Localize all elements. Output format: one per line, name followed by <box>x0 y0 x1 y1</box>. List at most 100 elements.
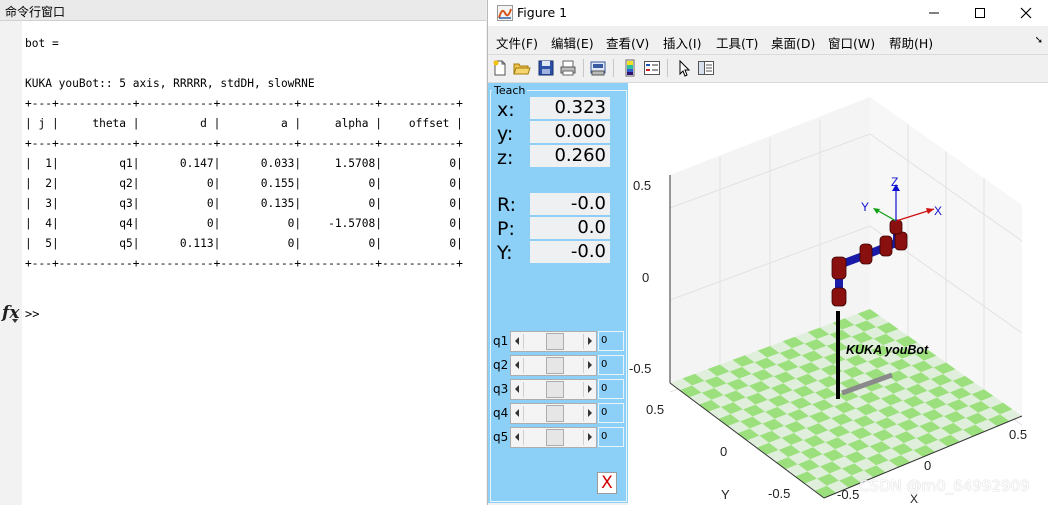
new-figure-icon[interactable] <box>491 59 509 77</box>
roll-value: -0.0 <box>530 193 610 215</box>
position-y-value: 0.000 <box>530 121 610 143</box>
robot-joint <box>879 235 893 257</box>
close-icon <box>1020 7 1032 19</box>
position-x-value: 0.323 <box>530 97 610 119</box>
robot-plot[interactable]: 0.50-0.5Z0.50-0.5Y-0.500.5XXYZKUKA youBo… <box>628 83 1048 505</box>
teach-panel: Teach x: 0.323 y: 0.000 z: 0.260 R: -0.0… <box>488 83 628 503</box>
slider-thumb[interactable] <box>545 381 564 398</box>
command-window-gutter <box>0 21 22 505</box>
y-tick-label: 0 <box>720 444 727 459</box>
pointer-icon[interactable] <box>675 59 693 77</box>
command-window-title: 命令行窗口 <box>5 5 66 19</box>
figure-window: Figure 1 文件(F) 编辑(E) 查看(V) 插入(I) 工具(T) 桌… <box>487 0 1048 505</box>
y-tick-label: -0.5 <box>768 486 790 501</box>
robot-joint <box>831 256 847 280</box>
slider-right-arrow-icon[interactable] <box>588 337 592 345</box>
close-button[interactable] <box>1003 0 1048 26</box>
quit-teach-button[interactable]: X <box>597 472 617 494</box>
figure-titlebar: Figure 1 <box>488 0 1048 26</box>
minimize-button[interactable] <box>911 0 957 26</box>
menu-view[interactable]: 查看(V) <box>606 33 649 52</box>
menu-insert[interactable]: 插入(I) <box>663 33 701 52</box>
joint-label: q3 <box>493 382 509 396</box>
slider-right-arrow-icon[interactable] <box>588 433 592 441</box>
slider-left-arrow-icon[interactable] <box>515 361 519 369</box>
joint-value-field[interactable]: 0 <box>598 403 624 423</box>
slider-right-arrow-icon[interactable] <box>588 385 592 393</box>
colorbar-icon[interactable] <box>621 59 639 77</box>
joint-row-q3: q3 0 <box>488 379 628 401</box>
print-figure-icon[interactable] <box>589 59 607 77</box>
slider-right-arrow-icon[interactable] <box>588 409 592 417</box>
figure-toolbar <box>488 54 1048 83</box>
joint-label: q2 <box>493 358 509 372</box>
slider-thumb[interactable] <box>545 429 564 446</box>
slider-thumb[interactable] <box>545 357 564 374</box>
watermark: CSDN @m0_64992909 <box>859 477 1030 495</box>
slider-thumb[interactable] <box>545 405 564 422</box>
joint-value-field[interactable]: 0 <box>598 427 624 447</box>
teach-panel-label: Teach <box>492 84 528 97</box>
joint-label: q1 <box>493 334 509 348</box>
joint-value-field[interactable]: 0 <box>598 379 624 399</box>
property-editor-icon[interactable] <box>697 59 715 77</box>
joint-row-q4: q4 0 <box>488 403 628 425</box>
slider-left-arrow-icon[interactable] <box>515 433 519 441</box>
slider-left-arrow-icon[interactable] <box>515 337 519 345</box>
menu-edit[interactable]: 编辑(E) <box>551 33 594 52</box>
figure-title: Figure 1 <box>517 5 568 20</box>
print-icon[interactable] <box>559 59 577 77</box>
pitch-value: 0.0 <box>530 217 610 239</box>
joint-value-field[interactable]: 0 <box>598 355 624 375</box>
slider-left-arrow-icon[interactable] <box>515 409 519 417</box>
slider-left-arrow-icon[interactable] <box>515 385 519 393</box>
y-axis-label: Y <box>721 487 730 502</box>
position-z-value: 0.260 <box>530 145 610 167</box>
slider-thumb[interactable] <box>545 333 564 350</box>
menu-tools[interactable]: 工具(T) <box>716 33 758 52</box>
joint-slider[interactable] <box>510 403 597 424</box>
joint-row-q1: q1 0 <box>488 331 628 353</box>
open-file-icon[interactable] <box>513 59 531 77</box>
menu-bar: 文件(F) 编辑(E) 查看(V) 插入(I) 工具(T) 桌面(D) 窗口(W… <box>488 28 1048 52</box>
x-tick-label: 0 <box>924 458 931 473</box>
frame-x-label: X <box>934 204 942 218</box>
z-axis-label: Z <box>628 276 631 283</box>
save-icon[interactable] <box>537 59 555 77</box>
menu-file[interactable]: 文件(F) <box>496 33 538 52</box>
menu-desktop[interactable]: 桌面(D) <box>771 33 815 52</box>
function-browser-dropdown-icon[interactable] <box>12 319 18 323</box>
joint-row-q2: q2 0 <box>488 355 628 377</box>
maximize-button[interactable] <box>957 0 1003 26</box>
joint-row-q5: q5 0 <box>488 427 628 449</box>
frame-y-label: Y <box>861 200 869 214</box>
robot-joint <box>859 243 873 265</box>
joint-label: q5 <box>493 430 509 444</box>
expand-toolstrip-icon[interactable]: ➘ <box>1035 35 1043 46</box>
menu-window[interactable]: 窗口(W) <box>828 33 875 52</box>
slider-right-arrow-icon[interactable] <box>588 361 592 369</box>
joint-label: q4 <box>493 406 509 420</box>
minimize-icon <box>929 12 939 14</box>
joint-value-field[interactable]: 0 <box>598 331 624 351</box>
robot-joint <box>831 287 847 307</box>
z-tick-label: 0.5 <box>633 178 651 193</box>
toolbar-separator <box>613 59 614 77</box>
maximize-icon <box>975 8 985 18</box>
command-window-titlebar: 命令行窗口 <box>0 0 486 21</box>
command-output[interactable]: bot = KUKA youBot:: 5 axis, RRRRR, stdDH… <box>25 34 463 274</box>
joint-slider[interactable] <box>510 427 597 448</box>
roll-label: R: <box>497 194 517 216</box>
legend-icon[interactable] <box>643 59 661 77</box>
command-prompt[interactable]: >> <box>25 307 39 321</box>
joint-slider[interactable] <box>510 355 597 376</box>
pitch-label: P: <box>497 218 515 240</box>
position-z-label: z: <box>497 147 514 169</box>
menu-help[interactable]: 帮助(H) <box>889 33 933 52</box>
robot-joint <box>894 231 908 251</box>
joint-slider[interactable] <box>510 379 597 400</box>
x-tick-label: -0.5 <box>837 487 859 502</box>
joint-slider[interactable] <box>510 331 597 352</box>
robot-joint <box>889 219 903 235</box>
position-y-label: y: <box>497 123 514 145</box>
